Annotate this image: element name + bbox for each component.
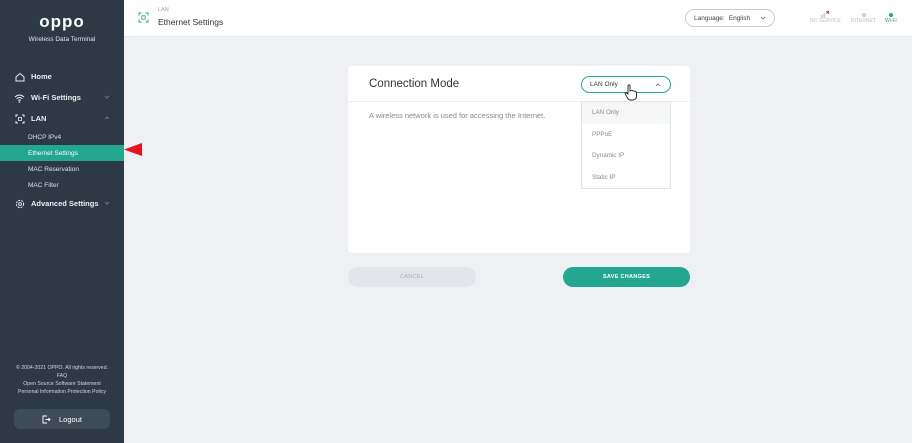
option-static-ip[interactable]: Static IP: [582, 167, 670, 189]
sidebar-item-label: Wi-Fi Settings: [31, 93, 81, 102]
status-internet: INTERNET: [851, 8, 876, 24]
brand-logo: oppo: [39, 12, 85, 31]
card-title: Connection Mode: [369, 78, 460, 90]
sidebar-nav: Home Wi-Fi Settings LAN DHCP IPv4 Ethern…: [0, 66, 124, 214]
logout-icon: [42, 415, 51, 424]
brand: oppo Wireless Data Terminal: [0, 12, 124, 43]
sidebar-subitem-mac-filter[interactable]: MAC Filter: [0, 177, 124, 193]
chevron-down-icon: [104, 95, 110, 99]
status-label: INTERNET: [851, 18, 876, 24]
logout-button[interactable]: Logout: [14, 409, 110, 429]
cancel-button[interactable]: CANCEL: [348, 267, 476, 287]
lan-icon: [138, 12, 149, 23]
option-dynamic-ip[interactable]: Dynamic IP: [582, 145, 670, 167]
wifi-icon: [885, 8, 897, 18]
gear-icon: [14, 198, 25, 209]
connection-mode-card: Connection Mode LAN Only A wireless netw…: [348, 66, 690, 253]
wifi-icon: [14, 92, 25, 103]
sidebar-item-wifi-settings[interactable]: Wi-Fi Settings: [0, 87, 124, 108]
hand-cursor-icon: [624, 84, 637, 101]
sidebar-item-lan[interactable]: LAN: [0, 108, 124, 129]
privacy-policy-link[interactable]: Personal Information Protection Policy: [0, 388, 124, 396]
status-label: NO SERVICE: [810, 18, 841, 24]
connection-mode-dropdown: LAN Only PPPoE Dynamic IP Static IP: [581, 101, 671, 189]
open-source-link[interactable]: Open Source Software Statement: [0, 380, 124, 388]
breadcrumb: LAN: [158, 7, 169, 13]
status-label: Wi-Fi: [885, 18, 897, 24]
sidebar-item-label: LAN: [31, 114, 47, 123]
globe-icon: [851, 8, 876, 18]
copyright-text: © 2004-2021 OPPO. All rights reserved.: [15, 365, 109, 371]
page-title: Ethernet Settings: [158, 17, 224, 27]
sidebar-item-label: Advanced Settings: [31, 199, 99, 208]
pointer-arrow-icon: [124, 143, 142, 156]
option-pppoe[interactable]: PPPoE: [582, 124, 670, 146]
chevron-up-icon: [655, 83, 661, 87]
signal-icon: [810, 8, 841, 18]
save-changes-button[interactable]: SAVE CHANGES: [563, 267, 690, 287]
sidebar-item-label: Home: [31, 72, 52, 81]
language-select[interactable]: Language: English: [685, 9, 775, 27]
language-value: English: [728, 14, 751, 22]
brand-subtitle: Wireless Data Terminal: [28, 36, 96, 43]
sidebar-item-home[interactable]: Home: [0, 66, 124, 87]
sidebar-subitem-mac-reservation[interactable]: MAC Reservation: [0, 161, 124, 177]
logout-label: Logout: [59, 414, 82, 424]
sidebar-subitem-ethernet-settings[interactable]: Ethernet Settings: [0, 145, 124, 161]
sidebar-footer: © 2004-2021 OPPO. All rights reserved. F…: [0, 364, 124, 396]
status-no-service: NO SERVICE: [810, 8, 841, 24]
top-header: LAN Ethernet Settings Language: English …: [124, 0, 912, 37]
sidebar-subitem-dhcp-ipv4[interactable]: DHCP IPv4: [0, 129, 124, 145]
status-wifi: Wi-Fi: [885, 8, 897, 24]
lan-icon: [14, 113, 25, 124]
select-value: LAN Only: [590, 81, 618, 88]
sidebar-item-advanced-settings[interactable]: Advanced Settings: [0, 193, 124, 214]
sidebar: oppo Wireless Data Terminal Home Wi-Fi S…: [0, 0, 124, 443]
card-description: A wireless network is used for accessing…: [369, 111, 546, 120]
option-lan-only[interactable]: LAN Only: [582, 102, 670, 124]
home-icon: [14, 71, 25, 82]
chevron-down-icon: [760, 16, 766, 20]
faq-link[interactable]: FAQ: [0, 372, 124, 380]
chevron-down-icon: [104, 201, 110, 205]
language-label: Language:: [694, 14, 725, 22]
chevron-up-icon: [104, 116, 110, 120]
